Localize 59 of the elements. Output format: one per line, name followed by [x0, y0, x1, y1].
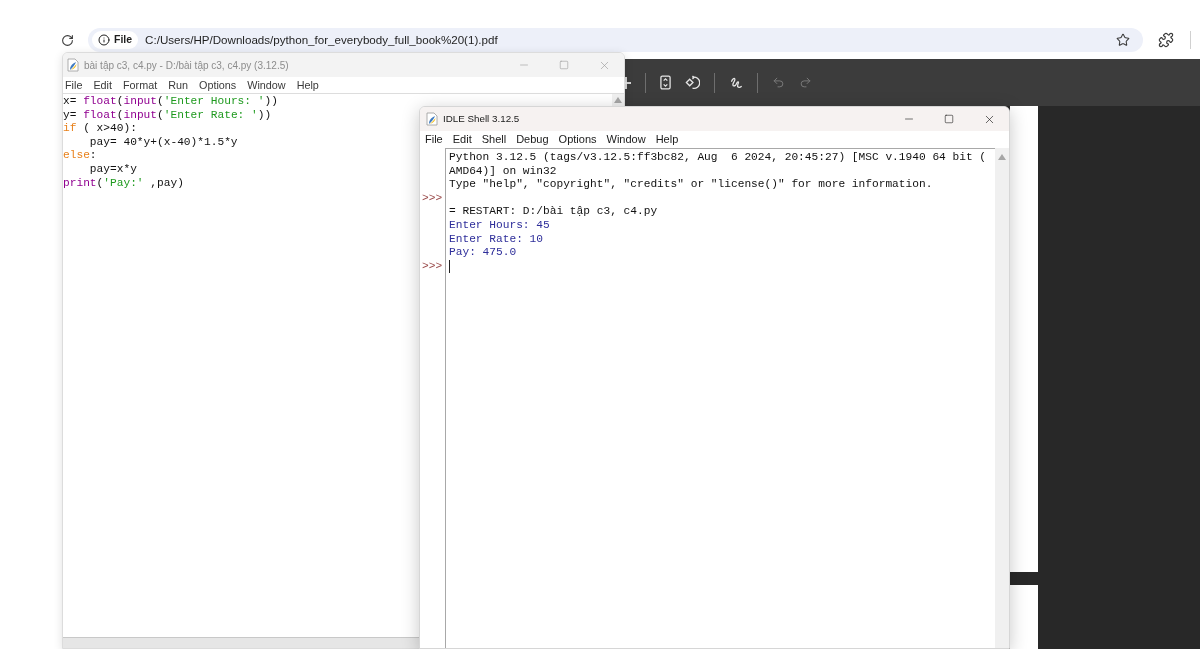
menu-item[interactable]: Window: [247, 76, 286, 94]
menu-item[interactable]: File: [425, 131, 443, 148]
code-line: pay=x*y: [88, 162, 137, 177]
maximize-icon: [559, 60, 569, 70]
fit-page-icon: [660, 75, 671, 90]
shell-line: = RESTART: D:/bài tập c3, c4.py: [449, 205, 658, 219]
redo-icon: [799, 76, 812, 89]
address-bar[interactable]: File C:/Users/HP/Downloads/python_for_everybody_full_book%20(1).pdf: [88, 28, 1143, 52]
horizontal-scrollbar[interactable]: [63, 637, 419, 648]
extensions-button[interactable]: [1158, 32, 1174, 48]
shell-line: Type "help", "copyright", "credits" or "license()" for more information.: [449, 178, 933, 192]
window-title: IDLE Shell 3.12.5: [443, 111, 520, 126]
menu-item[interactable]: Window: [606, 131, 646, 148]
info-icon: [98, 34, 110, 46]
file-icon: [67, 58, 79, 72]
puzzle-icon: [1158, 32, 1174, 48]
code-line: pay= 40*y+(x-40)*1.5*y: [88, 135, 238, 150]
site-info-chip[interactable]: File: [92, 31, 139, 49]
code-line: print('Pay:' ,pay): [63, 176, 184, 191]
reload-icon: [61, 33, 74, 47]
url-text: C:/Users/HP/Downloads/python_for_everybody_full_book%20(1).pdf: [145, 32, 498, 49]
bookmark-button[interactable]: [1116, 33, 1130, 47]
rotate-icon: [685, 75, 700, 90]
menu-item[interactable]: Shell: [481, 131, 507, 148]
menu-item[interactable]: Edit: [93, 76, 112, 94]
menu-item[interactable]: Format: [123, 76, 158, 94]
shell-line: Enter Hours: 45: [449, 218, 550, 233]
menu-item[interactable]: Options: [558, 131, 597, 148]
shell-line: Pay: 475.0: [449, 246, 517, 260]
menu-item[interactable]: Edit: [452, 131, 472, 148]
menu-item[interactable]: File: [65, 76, 83, 94]
squiggle-icon: [729, 75, 743, 90]
prompt-text: >>>: [422, 259, 443, 272]
up-arrow-icon: [998, 154, 1006, 160]
code-line: else:: [63, 149, 97, 163]
reload-button[interactable]: [61, 33, 74, 47]
toolbar-button[interactable]: [685, 75, 700, 90]
menu-item[interactable]: Options: [199, 76, 237, 94]
window-title: bài tập c3, c4.py - D:/bài tập c3, c4.py (3.12.5): [84, 58, 289, 73]
code-line: if ( x>40):: [63, 122, 137, 136]
file-icon: [426, 112, 438, 126]
shell-line: Python 3.12.5 (tags/v3.12.5:ff3bc82, Aug 6 2024, 20:45:27) [MSC v.1940 64 bit (: [449, 151, 987, 165]
up-arrow-icon: [614, 97, 622, 103]
menu-item[interactable]: Help: [296, 76, 319, 94]
menu-item[interactable]: Run: [168, 76, 189, 94]
star-icon: [1116, 33, 1130, 47]
shell-line: AMD64)] on win32: [449, 164, 557, 179]
prompt-text: >>>: [422, 191, 443, 204]
undo-icon: [772, 76, 785, 89]
menu-item[interactable]: Help: [655, 131, 679, 148]
toolbar-button[interactable]: [625, 76, 631, 89]
code-line: y= float(input('Enter Rate: ')): [63, 108, 272, 123]
code-line: x= float(input('Enter Hours: ')): [63, 95, 278, 109]
maximize-icon: [944, 114, 954, 124]
toolbar-button[interactable]: [729, 75, 743, 90]
shell-line: Enter Rate: 10: [449, 232, 543, 247]
vertical-scrollbar[interactable]: [995, 148, 1009, 648]
menu-item[interactable]: Debug: [516, 131, 549, 148]
toolbar-button[interactable]: [660, 75, 671, 90]
